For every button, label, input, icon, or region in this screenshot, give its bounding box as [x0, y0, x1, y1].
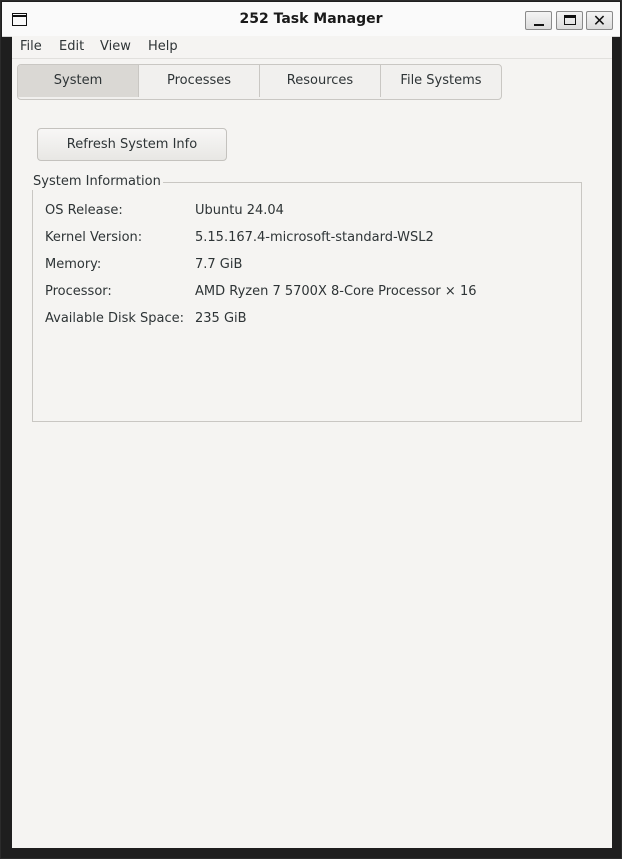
close-icon: ✕ [592, 11, 607, 30]
close-button[interactable]: ✕ [586, 11, 613, 30]
info-label: Memory: [45, 257, 102, 272]
info-label: OS Release: [45, 203, 123, 218]
tab-system[interactable]: System [18, 65, 139, 97]
main-area: File Edit View Help System Processes Res… [12, 36, 612, 848]
menu-edit[interactable]: Edit [59, 39, 84, 54]
system-information-group: System Information OS Release: Ubuntu 24… [31, 174, 582, 422]
menu-file[interactable]: File [20, 39, 42, 54]
minimize-button[interactable] [525, 11, 552, 30]
minimize-icon [534, 24, 544, 26]
menu-help[interactable]: Help [148, 39, 178, 54]
maximize-icon [564, 15, 576, 25]
info-value: 235 GiB [195, 311, 247, 326]
app-window: 252 Task Manager ✕ File Edit View Help S… [0, 0, 622, 859]
info-value: AMD Ryzen 7 5700X 8-Core Processor × 16 [195, 284, 477, 299]
tab-processes[interactable]: Processes [139, 65, 260, 97]
tab-file-systems[interactable]: File Systems [381, 65, 501, 97]
info-label: Kernel Version: [45, 230, 143, 245]
info-value: 5.15.167.4-microsoft-standard-WSL2 [195, 230, 434, 245]
info-value: Ubuntu 24.04 [195, 203, 284, 218]
group-title: System Information [31, 174, 163, 190]
info-value: 7.7 GiB [195, 257, 243, 272]
menu-view[interactable]: View [100, 39, 131, 54]
tab-resources[interactable]: Resources [260, 65, 381, 97]
tab-bar: System Processes Resources File Systems [17, 64, 502, 100]
menu-bar: File Edit View Help [12, 36, 612, 59]
maximize-button[interactable] [556, 11, 583, 30]
info-label: Processor: [45, 284, 112, 299]
info-label: Available Disk Space: [45, 311, 185, 326]
refresh-system-info-button[interactable]: Refresh System Info [37, 128, 227, 161]
title-bar[interactable]: 252 Task Manager ✕ [2, 2, 620, 37]
